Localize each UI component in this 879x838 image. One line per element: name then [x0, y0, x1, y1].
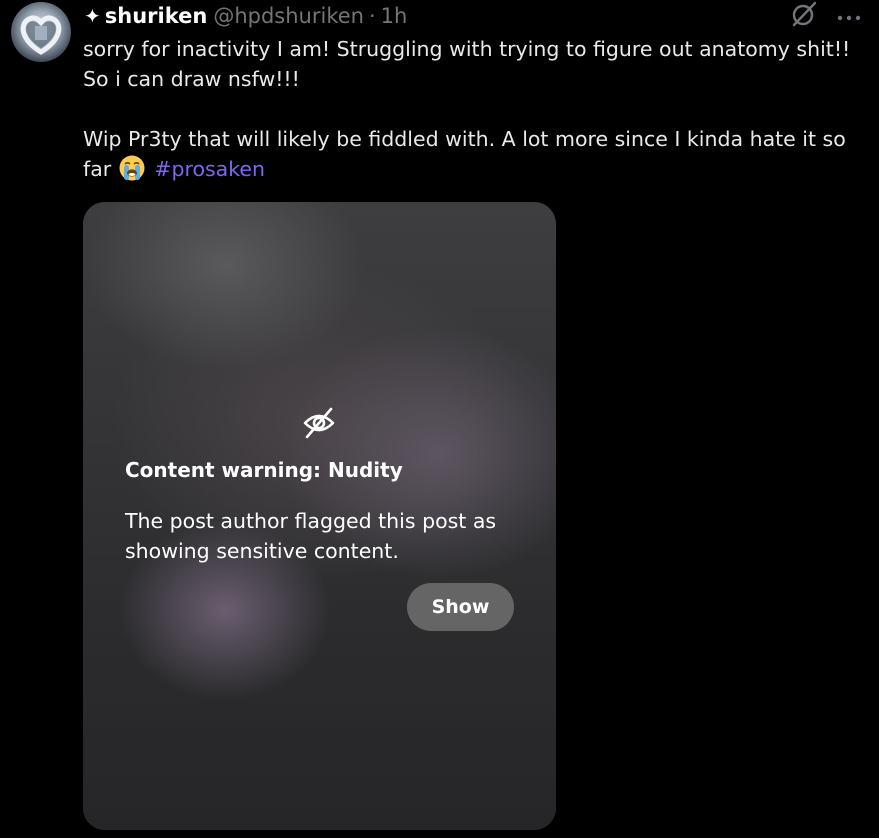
- eye-off-icon: [301, 405, 337, 441]
- content-warning-title: Content warning: Nudity: [125, 458, 403, 482]
- author-handle[interactable]: @hpdshuriken: [213, 4, 364, 28]
- post-actions-top: [791, 0, 861, 32]
- sparkle-badge: ✦: [84, 4, 101, 28]
- post-text-line1: sorry for inactivity I am! Struggling wi…: [83, 37, 857, 91]
- separator-dot: ·: [368, 4, 376, 28]
- content-warning-description: The post author flagged this post as sho…: [125, 509, 497, 563]
- post-text: sorry for inactivity I am! Struggling wi…: [83, 34, 873, 184]
- loudly-crying-face-icon: [118, 154, 146, 182]
- post: ✦ shuriken @hpdshuriken · 1h sorry for i…: [0, 0, 879, 838]
- sensitive-media-card[interactable]: Content warning: Nudity The post author …: [83, 202, 556, 830]
- grok-icon[interactable]: [791, 1, 817, 31]
- more-icon[interactable]: [837, 7, 861, 26]
- heart-wreath-icon: [20, 15, 62, 55]
- post-header: ✦ shuriken @hpdshuriken · 1h: [84, 2, 407, 30]
- avatar[interactable]: [11, 2, 71, 62]
- show-button[interactable]: Show: [407, 583, 514, 631]
- hashtag-link[interactable]: #prosaken: [154, 157, 265, 181]
- post-time[interactable]: 1h: [381, 4, 408, 28]
- author-name[interactable]: shuriken: [105, 4, 208, 28]
